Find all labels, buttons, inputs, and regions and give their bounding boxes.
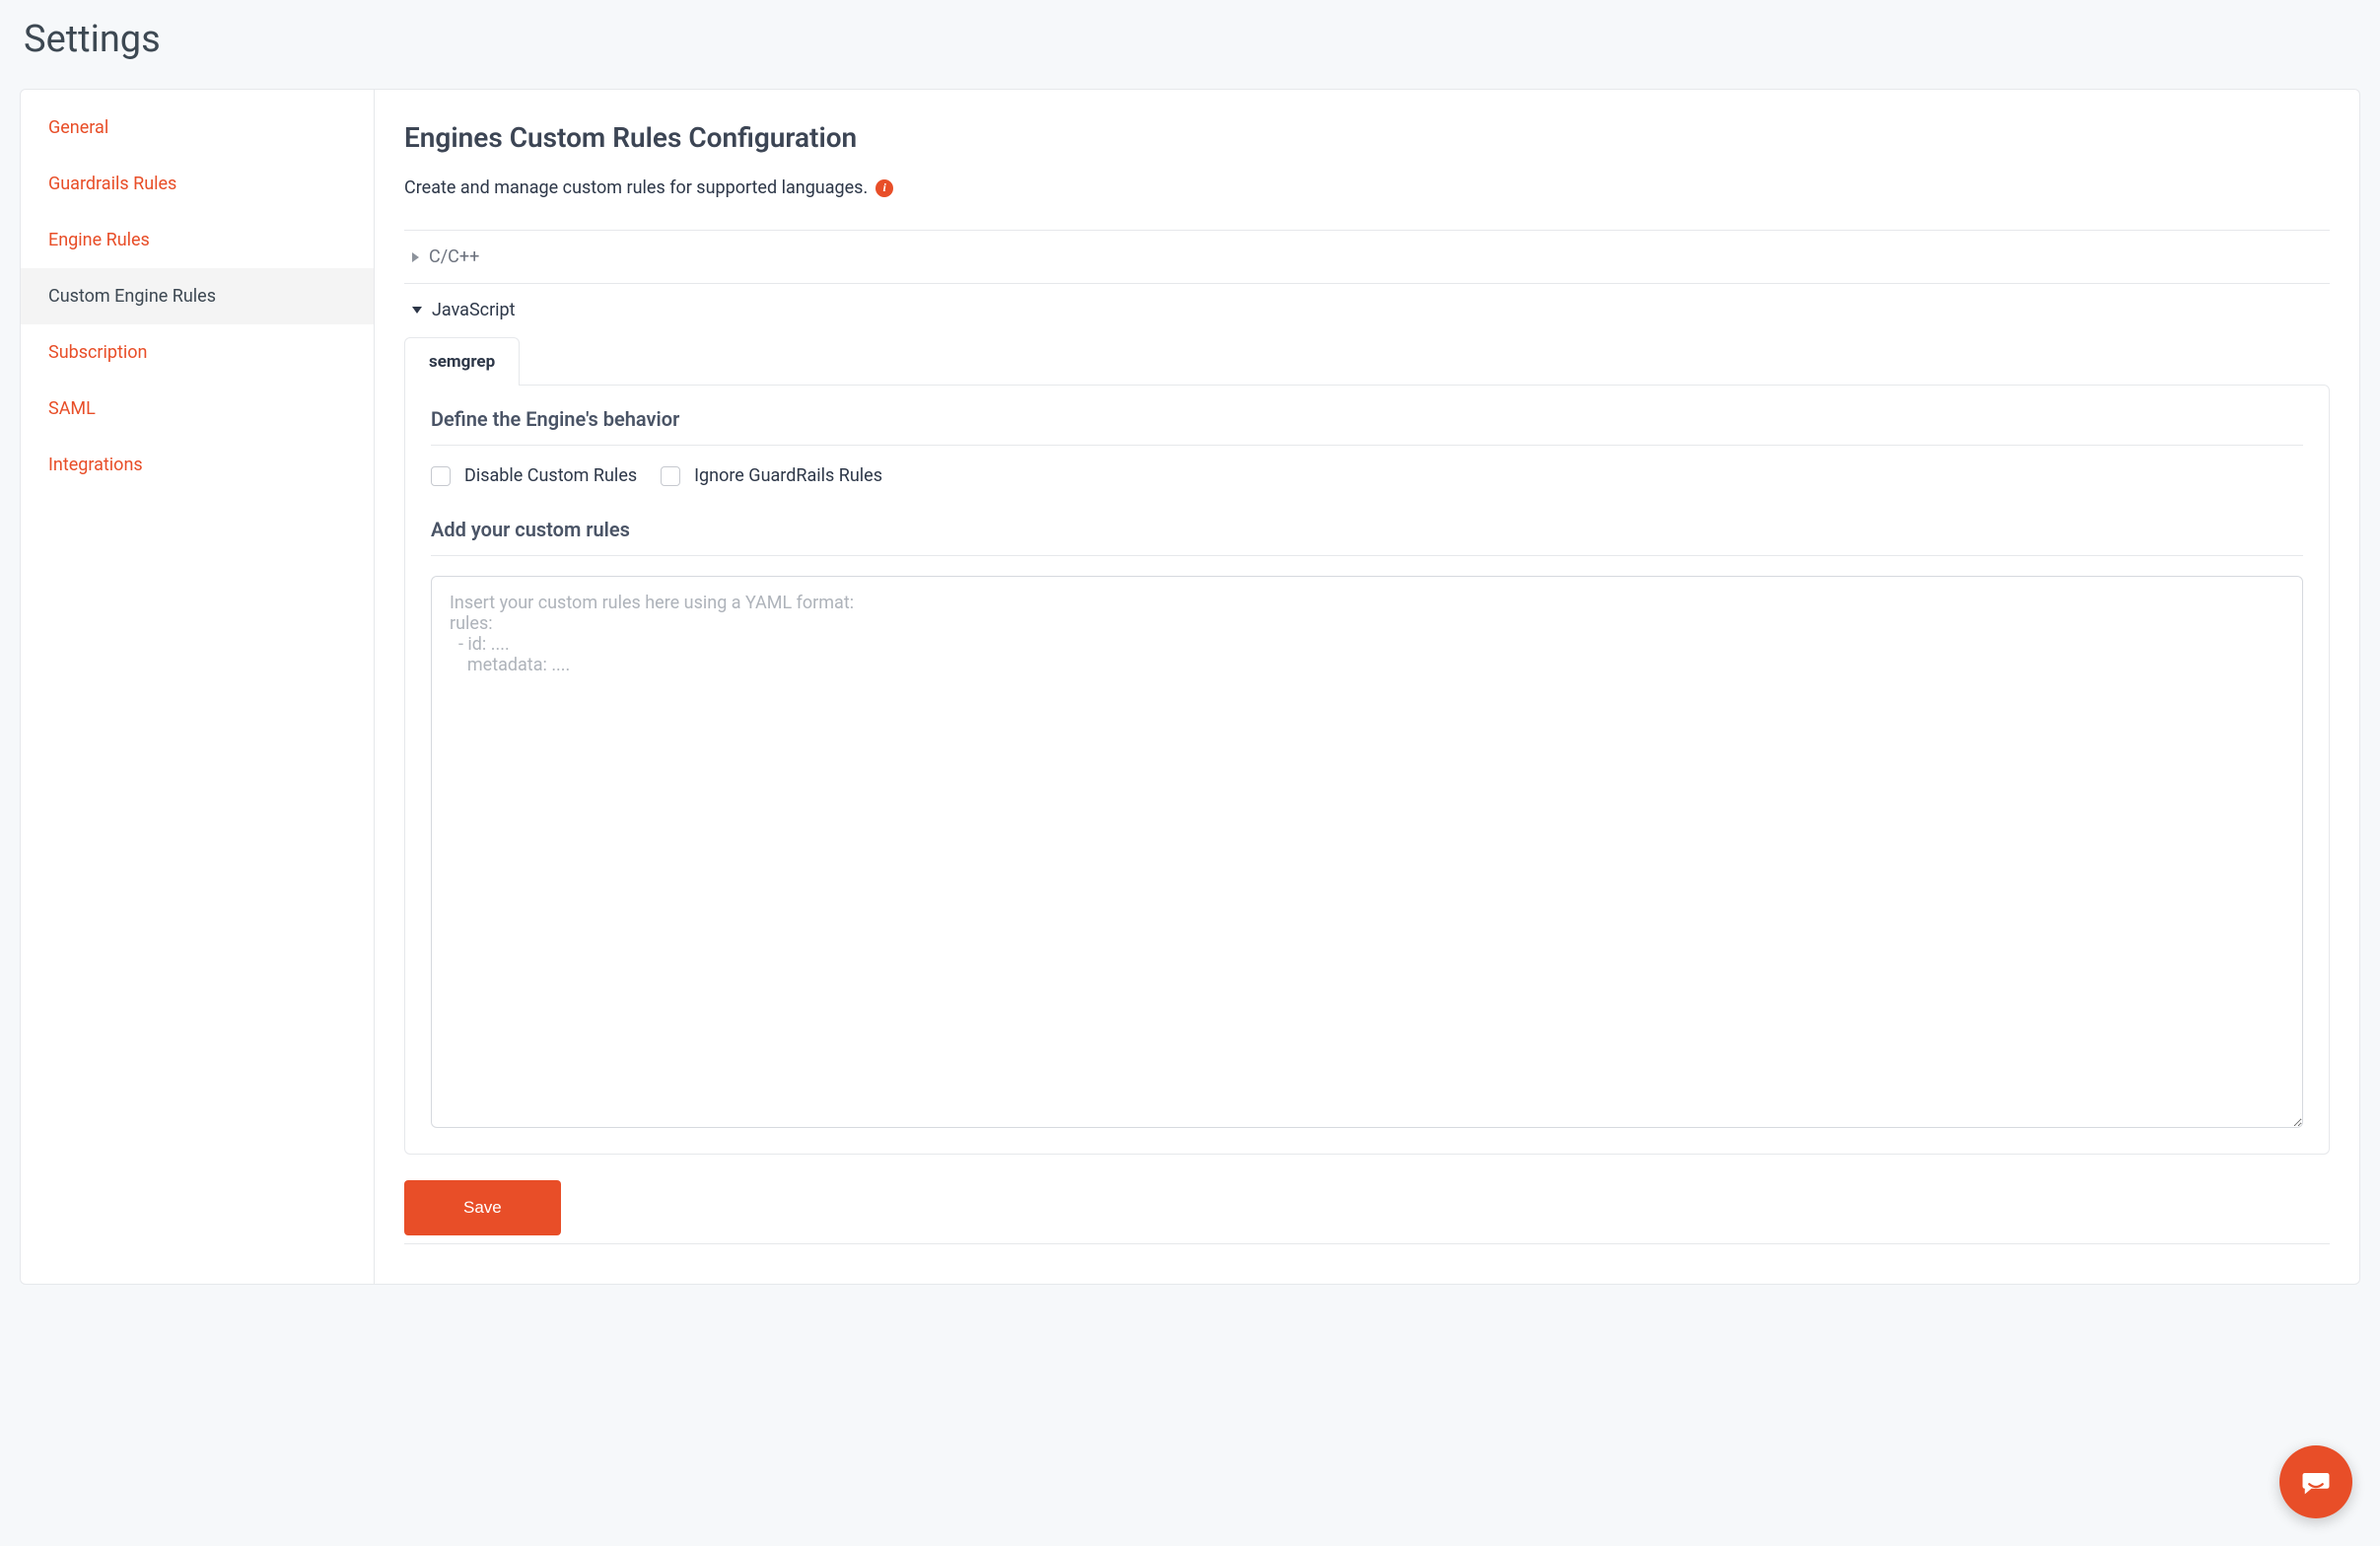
tab-semgrep[interactable]: semgrep bbox=[404, 337, 520, 386]
sidebar-item-saml[interactable]: SAML bbox=[21, 381, 374, 437]
accordion-toggle-ccpp[interactable]: C/C++ bbox=[404, 231, 2330, 283]
sidebar-item-guardrails-rules[interactable]: Guardrails Rules bbox=[21, 156, 374, 212]
sidebar-item-general[interactable]: General bbox=[21, 100, 374, 156]
add-custom-rules-heading: Add your custom rules bbox=[431, 518, 2303, 541]
save-button[interactable]: Save bbox=[404, 1180, 561, 1235]
sidebar-item-engine-rules[interactable]: Engine Rules bbox=[21, 212, 374, 268]
accordion-item-javascript: JavaScript semgrep Define the Engine's b… bbox=[404, 284, 2330, 1244]
accordion-toggle-javascript[interactable]: JavaScript bbox=[404, 284, 2330, 336]
disable-custom-rules-option[interactable]: Disable Custom Rules bbox=[431, 465, 637, 486]
ignore-guardrails-rules-label: Ignore GuardRails Rules bbox=[694, 465, 882, 486]
settings-layout: General Guardrails Rules Engine Rules Cu… bbox=[0, 89, 2380, 1314]
chat-icon bbox=[2298, 1464, 2334, 1500]
page-title: Settings bbox=[24, 18, 2356, 61]
sidebar-item-custom-engine-rules[interactable]: Custom Engine Rules bbox=[21, 268, 374, 324]
caret-down-icon bbox=[412, 307, 422, 314]
info-icon[interactable]: i bbox=[875, 179, 893, 197]
settings-sidebar: General Guardrails Rules Engine Rules Cu… bbox=[20, 89, 375, 1285]
behavior-options: Disable Custom Rules Ignore GuardRails R… bbox=[431, 465, 2303, 486]
define-behavior-heading: Define the Engine's behavior bbox=[431, 407, 2303, 431]
accordion-item-ccpp: C/C++ bbox=[404, 231, 2330, 284]
accordion-label-javascript: JavaScript bbox=[432, 300, 516, 320]
engine-tabs: semgrep bbox=[404, 336, 2330, 385]
accordion-label-ccpp: C/C++ bbox=[429, 246, 479, 267]
chat-launcher[interactable] bbox=[2279, 1445, 2352, 1518]
caret-right-icon bbox=[412, 252, 419, 262]
engine-panel: Define the Engine's behavior Disable Cus… bbox=[404, 385, 2330, 1155]
disable-custom-rules-checkbox[interactable] bbox=[431, 466, 451, 486]
accordion-body-javascript: semgrep Define the Engine's behavior Dis… bbox=[404, 336, 2330, 1243]
languages-accordion: C/C++ JavaScript semgrep Define the Engi… bbox=[404, 230, 2330, 1244]
main-subtitle-row: Create and manage custom rules for suppo… bbox=[404, 177, 2330, 198]
divider bbox=[431, 445, 2303, 446]
rules-textarea-wrap bbox=[431, 576, 2303, 1132]
divider-2 bbox=[431, 555, 2303, 556]
ignore-guardrails-rules-checkbox[interactable] bbox=[661, 466, 680, 486]
custom-rules-textarea[interactable] bbox=[431, 576, 2303, 1128]
sidebar-item-subscription[interactable]: Subscription bbox=[21, 324, 374, 381]
disable-custom-rules-label: Disable Custom Rules bbox=[464, 465, 637, 486]
main-heading: Engines Custom Rules Configuration bbox=[404, 121, 2330, 154]
ignore-guardrails-rules-option[interactable]: Ignore GuardRails Rules bbox=[661, 465, 882, 486]
sidebar-item-integrations[interactable]: Integrations bbox=[21, 437, 374, 493]
settings-main: Engines Custom Rules Configuration Creat… bbox=[375, 89, 2360, 1285]
main-subtitle-text: Create and manage custom rules for suppo… bbox=[404, 177, 868, 198]
